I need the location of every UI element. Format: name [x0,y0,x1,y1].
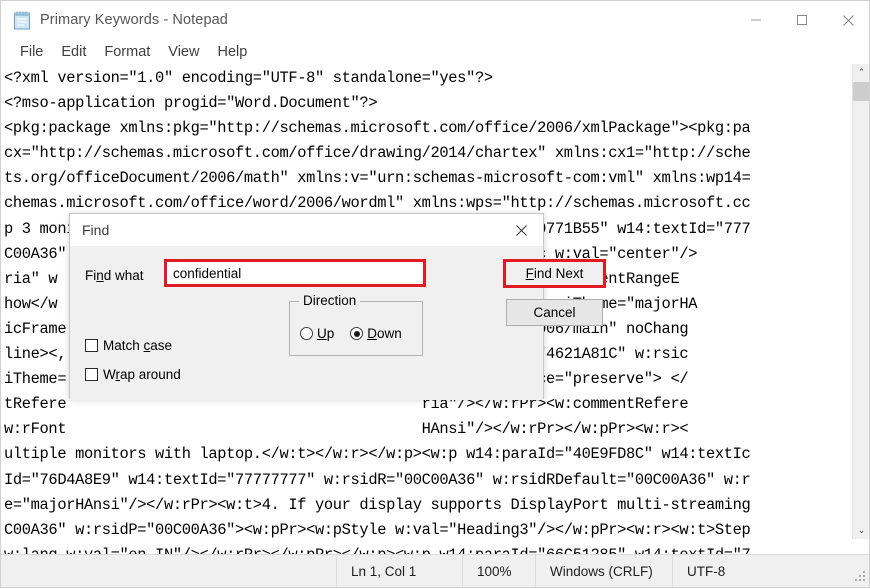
maximize-button[interactable] [779,5,825,35]
direction-down-accel: D [367,326,378,341]
resize-grip-icon[interactable] [855,571,867,583]
status-cursor-position: Ln 1, Col 1 [336,555,462,587]
status-line-ending[interactable]: Windows (CRLF) [535,555,672,587]
window-titlebar[interactable]: Primary Keywords - Notepad [1,1,869,39]
find-what-label-accel: n [96,268,104,283]
text-line: cx="http://schemas.microsoft.com/office/… [4,144,751,163]
window-title: Primary Keywords - Notepad [40,12,228,28]
direction-down-label: Down [367,326,402,341]
cancel-button[interactable]: Cancel [506,299,603,326]
find-next-highlight: Find Next [503,259,606,288]
text-line: <?mso-application progid="Word.Document"… [4,94,378,113]
vertical-scrollbar[interactable]: ⌃ ⌄ [852,64,869,539]
direction-radio-row: Up Down [300,326,402,341]
notepad-window: Primary Keywords - Notepad File Edit For… [0,0,870,588]
menu-edit[interactable]: Edit [52,42,95,62]
text-line: w:rFont HAnsi"/></w:rPr></w:pPr><w:r>< [4,420,689,439]
find-what-input[interactable] [167,262,423,284]
find-next-accel: F [525,266,534,281]
menubar: File Edit Format View Help [1,39,869,64]
wrap-around-option[interactable]: Wrap around [85,367,181,382]
menu-file[interactable]: File [11,42,52,62]
scroll-down-icon[interactable]: ⌄ [853,522,869,539]
text-line: <?xml version="1.0" encoding="UTF-8" sta… [4,69,493,87]
find-dialog: Find Find what Find Next Cancel Directio… [69,213,606,400]
radio-up-icon[interactable] [300,327,313,340]
direction-legend: Direction [299,293,361,308]
match-case-pre: Match [103,338,144,353]
close-button[interactable] [825,5,869,35]
direction-groupbox: Direction Up Down [289,293,423,356]
text-line: <pkg:package xmlns:pkg="http://schemas.m… [4,119,751,138]
direction-down-rest: own [377,326,402,341]
status-encoding[interactable]: UTF-8 [672,555,869,587]
wrap-around-pre: W [103,367,116,382]
wrap-around-post: ap around [120,367,181,382]
match-case-label: Match case [103,338,172,353]
text-line: C00A36" w:rsidP="00C00A36"><w:pPr><w:pSt… [4,520,751,539]
text-line: e="majorHAnsi"/></w:rPr><w:t>4. If your … [4,495,751,514]
direction-up-label: Up [317,326,334,341]
minimize-button[interactable] [733,5,779,35]
vertical-scrollbar-thumb[interactable] [853,82,869,101]
find-next-button[interactable]: Find Next [506,262,603,285]
text-line: ts.org/officeDocument/2006/math" xmlns:v… [4,169,751,188]
menu-view[interactable]: View [159,42,208,62]
scroll-up-icon[interactable]: ⌃ [853,64,869,81]
direction-up-option[interactable]: Up [300,326,334,341]
find-dialog-close-icon[interactable] [499,214,543,246]
match-case-post: ase [150,338,173,353]
find-dialog-title: Find [82,222,110,238]
menu-help[interactable]: Help [208,42,256,62]
text-line: Id="76D4A8E9" w14:textId="77777777" w:rs… [4,470,751,489]
find-dialog-titlebar[interactable]: Find [70,214,543,246]
radio-down-icon[interactable] [350,327,364,340]
find-what-label-pre: Fi [85,268,97,283]
match-case-option[interactable]: Match case [85,338,172,353]
find-what-highlight [164,259,426,287]
statusbar: Ln 1, Col 1 100% Windows (CRLF) UTF-8 [1,554,869,587]
text-line: ultiple monitors with laptop.</w:t></w:r… [4,445,751,464]
direction-up-accel: U [317,326,327,341]
match-case-checkbox-icon[interactable] [85,339,98,352]
menu-format[interactable]: Format [95,42,159,62]
direction-down-option[interactable]: Down [350,326,402,341]
direction-up-rest: p [326,326,335,341]
statusbar-spacer [1,555,336,587]
find-what-label-post: d what [103,268,144,283]
notepad-icon [13,10,31,30]
status-zoom-level[interactable]: 100% [462,555,535,587]
wrap-around-label: Wrap around [103,367,181,382]
find-next-rest: ind Next [533,266,584,281]
find-what-label: Find what [85,268,144,283]
wrap-around-checkbox-icon[interactable] [85,368,98,381]
